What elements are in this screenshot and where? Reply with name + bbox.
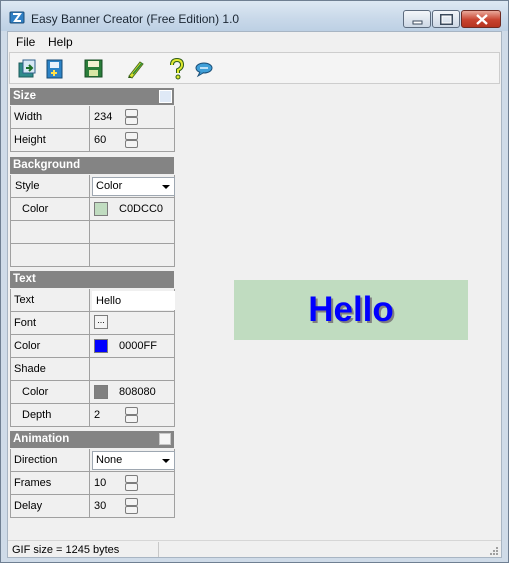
status-separator <box>158 542 159 557</box>
shade-depth-row: Depth 2 <box>10 404 175 427</box>
spin-down-icon[interactable] <box>125 483 138 491</box>
background-header-label: Background <box>13 159 81 171</box>
empty-label <box>11 221 90 243</box>
animation-header-label: Animation <box>13 433 70 445</box>
spin-up-icon[interactable] <box>125 475 138 483</box>
font-label: Font <box>11 312 90 334</box>
empty-label <box>11 244 90 266</box>
minimize-icon <box>412 20 423 25</box>
close-button[interactable] <box>461 10 501 28</box>
direction-label: Direction <box>11 449 90 471</box>
text-text-row: Text Hello <box>10 289 175 312</box>
spin-up-icon[interactable] <box>125 109 138 117</box>
text-header-label: Text <box>13 273 36 285</box>
spin-down-icon[interactable] <box>125 506 138 514</box>
new-icon[interactable] <box>44 58 66 80</box>
size-width-row: Width 234 <box>10 106 175 129</box>
size-header-label: Size <box>13 90 37 102</box>
menu-file[interactable]: File <box>16 35 35 49</box>
text-label: Text <box>11 289 90 311</box>
menu-help[interactable]: Help <box>48 35 73 49</box>
text-color-row: Color 0000FF <box>10 335 175 358</box>
save-icon[interactable] <box>83 58 105 80</box>
shade-color-swatch[interactable] <box>94 385 108 399</box>
height-label: Height <box>11 129 90 151</box>
status-bar: GIF size = 1245 bytes <box>8 540 501 557</box>
size-section-header: Size <box>10 88 174 105</box>
toolbar <box>9 52 500 84</box>
background-empty-row <box>10 244 175 267</box>
style-select[interactable]: Color <box>92 177 175 196</box>
spin-down-icon[interactable] <box>125 415 138 423</box>
animation-delay-row: Delay 30 <box>10 495 175 518</box>
text-shade-row: Shade <box>10 358 175 381</box>
spin-up-icon[interactable] <box>125 132 138 140</box>
width-spinner[interactable] <box>125 109 138 125</box>
background-color-hex: C0DCC0 <box>119 203 164 215</box>
edit-icon[interactable] <box>125 58 147 80</box>
shade-color-label: Color <box>11 381 90 403</box>
background-color-label: Color <box>11 198 90 220</box>
animation-section-header: Animation <box>10 431 174 448</box>
font-picker-button[interactable]: ... <box>94 315 108 329</box>
direction-select-value: None <box>96 454 123 466</box>
delay-label: Delay <box>11 495 90 517</box>
direction-select[interactable]: None <box>92 451 175 470</box>
delay-spinner[interactable] <box>125 498 138 514</box>
size-height-row: Height 60 <box>10 129 175 152</box>
frames-label: Frames <box>11 472 90 494</box>
spin-up-icon[interactable] <box>125 407 138 415</box>
help-icon[interactable] <box>166 58 188 80</box>
minimize-button[interactable] <box>403 10 431 28</box>
maximize-icon <box>440 14 453 25</box>
text-section-header: Text <box>10 271 174 288</box>
frames-spinner[interactable] <box>125 475 138 491</box>
shade-color-hex: 808080 <box>119 386 156 398</box>
menu-bar: File Help <box>8 32 501 51</box>
width-label: Width <box>11 106 90 128</box>
chevron-down-icon[interactable] <box>159 179 173 194</box>
chat-icon[interactable] <box>193 58 215 80</box>
text-color-swatch[interactable] <box>94 339 108 353</box>
shade-label: Shade <box>11 358 90 380</box>
spin-down-icon[interactable] <box>125 140 138 148</box>
spin-up-icon[interactable] <box>125 498 138 506</box>
client-area: File Help Size Width 234 Height 60 Backg… <box>7 31 502 558</box>
banner-preview-text: Hello <box>308 290 394 329</box>
background-color-swatch[interactable] <box>94 202 108 216</box>
banner-app-icon <box>9 11 25 24</box>
app-window: Easy Banner Creator (Free Edition) 1.0 F… <box>0 0 509 563</box>
animation-enable-checkbox[interactable] <box>159 433 171 445</box>
background-color-row: Color C0DCC0 <box>10 198 175 221</box>
height-spinner[interactable] <box>125 132 138 148</box>
shade-color-row: Color 808080 <box>10 381 175 404</box>
spin-down-icon[interactable] <box>125 117 138 125</box>
size-section-toggle-icon[interactable] <box>159 90 172 103</box>
banner-preview: Hello Hello <box>234 280 468 340</box>
close-icon <box>476 14 488 25</box>
text-input[interactable]: Hello <box>92 291 175 310</box>
style-select-value: Color <box>96 180 123 192</box>
text-color-label: Color <box>11 335 90 357</box>
text-color-hex: 0000FF <box>119 340 157 352</box>
window-title: Easy Banner Creator (Free Edition) 1.0 <box>31 12 240 26</box>
background-section-header: Background <box>10 157 174 174</box>
status-text: GIF size = 1245 bytes <box>12 544 120 556</box>
animation-direction-row: Direction None <box>10 449 175 472</box>
animation-frames-row: Frames 10 <box>10 472 175 495</box>
depth-label: Depth <box>11 404 90 426</box>
chevron-down-icon[interactable] <box>159 453 173 468</box>
open-icon[interactable] <box>17 58 39 80</box>
text-font-row: Font ... <box>10 312 175 335</box>
depth-spinner[interactable] <box>125 407 138 423</box>
title-bar[interactable]: Easy Banner Creator (Free Edition) 1.0 <box>1 1 508 31</box>
style-label: Style <box>11 175 90 197</box>
maximize-button[interactable] <box>432 10 460 28</box>
background-empty-row <box>10 221 175 244</box>
background-style-row: Style Color <box>10 175 175 198</box>
resize-grip-icon[interactable] <box>488 545 498 555</box>
